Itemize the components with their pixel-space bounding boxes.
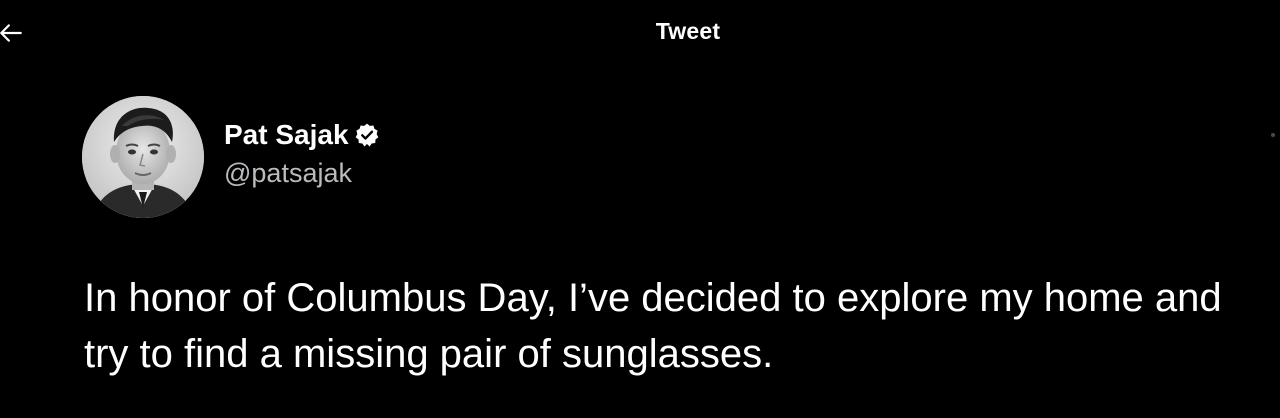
tweet-text: In honor of Columbus Day, I’ve decided t… xyxy=(84,276,1222,376)
more-indicator xyxy=(1271,133,1275,137)
page-title: Tweet xyxy=(655,18,721,44)
author-info: Pat Sajak @patsajak xyxy=(224,118,384,189)
tweet-author: Pat Sajak @patsajak xyxy=(82,96,384,218)
top-bar: Tweet xyxy=(0,0,1280,62)
avatar[interactable] xyxy=(82,96,204,218)
avatar-portrait xyxy=(82,96,204,218)
author-display-name[interactable]: Pat Sajak xyxy=(224,119,349,151)
verified-badge-icon xyxy=(354,120,384,150)
name-row: Pat Sajak xyxy=(224,118,384,152)
author-handle[interactable]: @patsajak xyxy=(224,158,384,189)
